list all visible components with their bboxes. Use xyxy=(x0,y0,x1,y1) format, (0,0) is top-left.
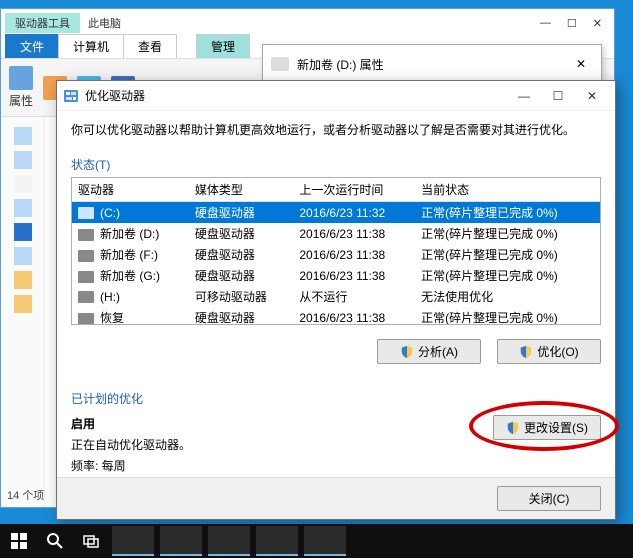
sidebar-item[interactable] xyxy=(14,175,32,193)
taskbar-app[interactable] xyxy=(112,526,154,556)
col-state[interactable]: 当前状态 xyxy=(415,178,600,202)
dialog-footer: 关闭(C) xyxy=(57,477,615,519)
max-button[interactable]: ☐ xyxy=(541,85,575,107)
optimize-drives-dialog: 优化驱动器 — ☐ ✕ 你可以优化驱动器以帮助计算机更高效地运行，或者分析驱动器… xyxy=(56,80,616,520)
shield-icon xyxy=(519,345,533,359)
optimize-label: 优化(O) xyxy=(537,343,578,360)
checkmark-icon xyxy=(9,66,33,90)
drive-icon xyxy=(78,313,94,325)
sidebar-item[interactable] xyxy=(14,295,32,313)
schedule-enabled-label: 启用 xyxy=(71,415,493,432)
min-button[interactable]: — xyxy=(532,17,559,29)
close-button[interactable]: ✕ xyxy=(569,57,593,71)
close-dialog-button[interactable]: 关闭(C) xyxy=(497,486,601,511)
title-tool-context: 驱动器工具 xyxy=(5,13,80,33)
sidebar-item[interactable] xyxy=(14,223,32,241)
table-row[interactable]: 恢复硬盘驱动器2016/6/23 11:38正常(碎片整理已完成 0%) xyxy=(72,307,600,325)
change-settings-button[interactable]: 更改设置(S) xyxy=(493,415,601,440)
schedule-freq: 频率: 每周 xyxy=(71,457,493,474)
col-drive[interactable]: 驱动器 xyxy=(72,178,189,202)
tab-computer[interactable]: 计算机 xyxy=(58,34,124,58)
explorer-titlebar: 驱动器工具 此电脑 — ☐ ✕ xyxy=(1,9,614,37)
max-button[interactable]: ☐ xyxy=(559,17,585,30)
table-row[interactable]: (C:)硬盘驱动器2016/6/23 11:32正常(碎片整理已完成 0%) xyxy=(72,202,600,224)
taskbar-app[interactable] xyxy=(256,526,298,556)
analyze-label: 分析(A) xyxy=(418,343,458,360)
taskbar-app[interactable] xyxy=(208,526,250,556)
schedule-header: 已计划的优化 xyxy=(71,390,601,407)
col-last[interactable]: 上一次运行时间 xyxy=(293,178,415,202)
schedule-desc: 正在自动优化驱动器。 xyxy=(71,436,493,453)
taskbar-app[interactable] xyxy=(304,526,346,556)
dialog-titlebar: 优化驱动器 — ☐ ✕ xyxy=(57,81,615,111)
drive-icon xyxy=(78,229,94,241)
schedule-section: 已计划的优化 启用 正在自动优化驱动器。 频率: 每周 更改设置(S) xyxy=(71,390,601,478)
shield-icon xyxy=(506,421,520,435)
tab-view[interactable]: 查看 xyxy=(123,34,177,58)
table-row[interactable]: 新加卷 (F:)硬盘驱动器2016/6/23 11:38正常(碎片整理已完成 0… xyxy=(72,244,600,265)
drive-icon xyxy=(78,291,94,303)
status-section-label: 状态(T) xyxy=(71,156,601,173)
analyze-button[interactable]: 分析(A) xyxy=(377,339,481,364)
drive-list[interactable]: 驱动器 媒体类型 上一次运行时间 当前状态 (C:)硬盘驱动器2016/6/23… xyxy=(71,177,601,325)
properties-dialog: 新加卷 (D:) 属性 ✕ xyxy=(262,44,602,84)
sidebar-item[interactable] xyxy=(14,151,32,169)
drive-icon xyxy=(271,57,289,71)
sidebar-item[interactable] xyxy=(14,247,32,265)
optimize-button[interactable]: 优化(O) xyxy=(497,339,601,364)
table-row[interactable]: (H:)可移动驱动器从不运行无法使用优化 xyxy=(72,286,600,307)
search-icon[interactable] xyxy=(40,528,70,554)
taskbar-app[interactable] xyxy=(160,526,202,556)
col-media[interactable]: 媒体类型 xyxy=(189,178,293,202)
status-bar: 14 个项 xyxy=(7,487,44,503)
sidebar-item[interactable] xyxy=(14,199,32,217)
defrag-icon xyxy=(63,88,79,104)
ribbon-label: 属性 xyxy=(9,92,33,109)
tab-file[interactable]: 文件 xyxy=(5,34,59,58)
sidebar-item[interactable] xyxy=(14,127,32,145)
taskbar[interactable] xyxy=(0,524,633,558)
ribbon-properties[interactable]: 属性 xyxy=(9,66,33,109)
close-label: 关闭(C) xyxy=(529,490,570,507)
table-header-row: 驱动器 媒体类型 上一次运行时间 当前状态 xyxy=(72,178,600,202)
table-row[interactable]: 新加卷 (D:)硬盘驱动器2016/6/23 11:38正常(碎片整理已完成 0… xyxy=(72,223,600,244)
dialog-title: 优化驱动器 xyxy=(85,87,145,104)
task-view-icon[interactable] xyxy=(76,528,106,554)
title-location: 此电脑 xyxy=(80,15,129,31)
start-button[interactable] xyxy=(4,528,34,554)
sidebar-item[interactable] xyxy=(14,271,32,289)
dialog-description: 你可以优化驱动器以帮助计算机更高效地运行，或者分析驱动器以了解是否需要对其进行优… xyxy=(71,121,601,138)
min-button[interactable]: — xyxy=(507,85,541,107)
drive-icon xyxy=(78,207,94,219)
tab-manage[interactable]: 管理 xyxy=(196,34,250,58)
table-row[interactable]: 新加卷 (G:)硬盘驱动器2016/6/23 11:38正常(碎片整理已完成 0… xyxy=(72,265,600,286)
drive-icon xyxy=(78,271,94,283)
change-settings-label: 更改设置(S) xyxy=(524,419,588,436)
shield-icon xyxy=(400,345,414,359)
properties-title: 新加卷 (D:) 属性 xyxy=(297,56,384,73)
close-button[interactable]: ✕ xyxy=(585,17,610,30)
close-button[interactable]: ✕ xyxy=(575,85,609,107)
drive-icon xyxy=(78,250,94,262)
nav-sidebar xyxy=(1,117,45,507)
